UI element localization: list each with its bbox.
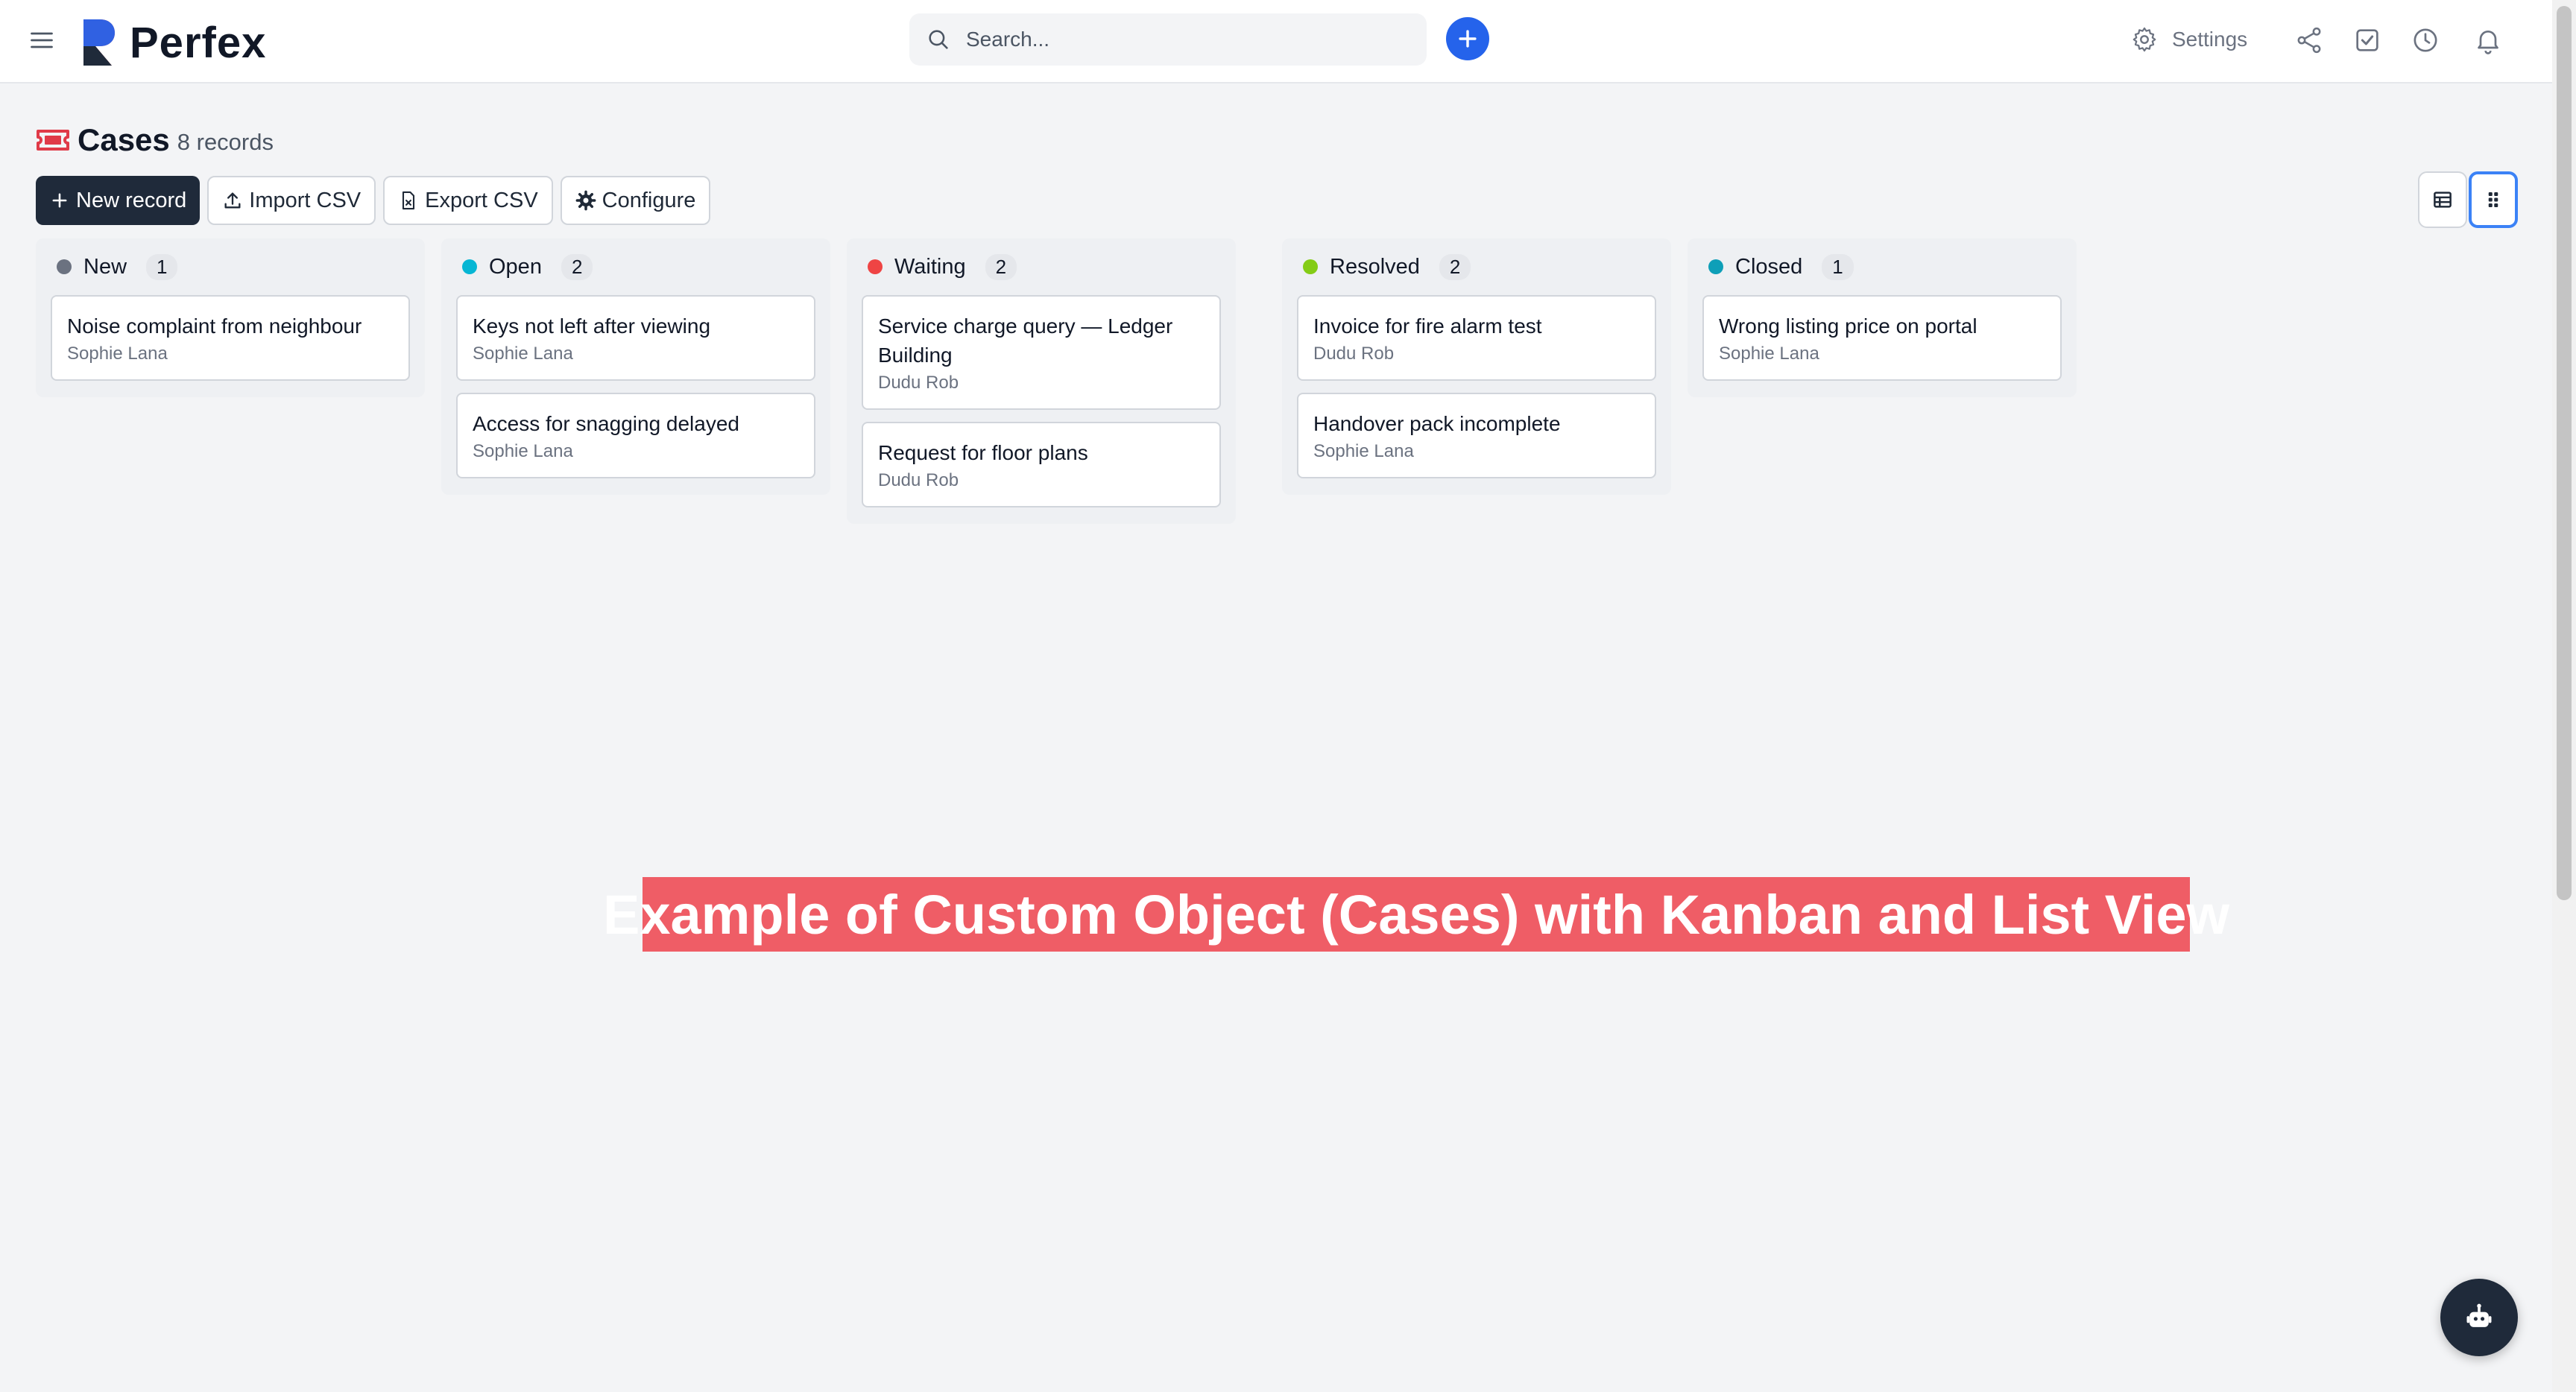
- kanban-column-closed: Closed 1 Wrong listing price on portal S…: [1688, 238, 2077, 397]
- share-icon[interactable]: [2294, 25, 2324, 55]
- card-assignee: Dudu Rob: [878, 373, 959, 393]
- card-assignee: Dudu Rob: [1313, 344, 1395, 364]
- kanban-view-toggle[interactable]: [2469, 171, 2518, 228]
- quick-create-button[interactable]: [1446, 17, 1489, 60]
- new-record-button[interactable]: New record: [36, 176, 201, 225]
- column-count: 1: [1822, 253, 1854, 280]
- export-csv-button[interactable]: Export CSV: [383, 176, 553, 225]
- kanban-card[interactable]: Handover pack incomplete Sophie Lana: [1297, 393, 1656, 478]
- card-assignee: Sophie Lana: [473, 344, 573, 364]
- card-title: Access for snagging delayed: [473, 412, 739, 435]
- configure-button[interactable]: Configure: [560, 176, 711, 225]
- card-title: Noise complaint from neighbour: [67, 314, 362, 338]
- toolbar: New record Import CSV Export CSV Configu…: [36, 176, 718, 225]
- card-title: Handover pack incomplete: [1313, 412, 1561, 435]
- card-title: Request for floor plans: [878, 441, 1088, 464]
- status-dot: [868, 259, 883, 274]
- card-title: Keys not left after viewing: [473, 314, 711, 338]
- grid-dots-icon: [2488, 192, 2498, 207]
- column-header: Open 2: [456, 253, 815, 280]
- configure-label: Configure: [602, 188, 696, 212]
- plus-icon: [1459, 30, 1477, 48]
- search-input[interactable]: [965, 27, 1385, 52]
- column-title: Waiting: [894, 254, 966, 279]
- status-dot: [1708, 259, 1723, 274]
- kanban-column-open: Open 2 Keys not left after viewing Sophi…: [441, 238, 830, 495]
- bell-icon[interactable]: [2473, 25, 2503, 55]
- column-count: 2: [985, 253, 1017, 280]
- search-bar[interactable]: [909, 13, 1427, 66]
- kanban-card[interactable]: Wrong listing price on portal Sophie Lan…: [1702, 295, 2062, 381]
- card-assignee: Dudu Rob: [878, 470, 959, 490]
- menu-icon[interactable]: [28, 27, 55, 54]
- gear-icon: [2133, 27, 2156, 52]
- column-count: 1: [146, 253, 178, 280]
- scrollbar-thumb[interactable]: [2557, 6, 2572, 900]
- column-header: Waiting 2: [862, 253, 1221, 280]
- app-logo[interactable]: Perfex: [80, 16, 266, 69]
- export-csv-label: Export CSV: [425, 188, 538, 212]
- clock-icon[interactable]: [2411, 25, 2440, 55]
- column-header: Closed 1: [1702, 253, 2062, 280]
- file-export-icon: [402, 191, 415, 210]
- plus-icon: [52, 193, 67, 208]
- settings-button[interactable]: Settings: [2130, 25, 2247, 54]
- page-title: Cases: [78, 122, 170, 157]
- settings-label: Settings: [2172, 28, 2248, 51]
- list-view-toggle[interactable]: [2418, 171, 2467, 228]
- kanban-column-new: New 1 Noise complaint from neighbour Sop…: [36, 238, 425, 397]
- cog-icon: [575, 190, 596, 211]
- top-bar: Perfex Settings: [0, 0, 2552, 83]
- status-dot: [57, 259, 72, 274]
- column-title: Closed: [1735, 254, 1803, 279]
- column-count: 2: [561, 253, 593, 280]
- task-checkbox-icon[interactable]: [2352, 25, 2382, 55]
- card-title: Service charge query — Ledger Building: [878, 314, 1173, 367]
- search-icon: [929, 30, 948, 49]
- kanban-column-waiting: Waiting 2 Service charge query — Ledger …: [847, 238, 1236, 524]
- upload-icon: [224, 192, 241, 209]
- card-assignee: Sophie Lana: [67, 344, 168, 364]
- column-count: 2: [1439, 253, 1471, 280]
- column-header: New 1: [51, 253, 410, 280]
- record-count: 8 records: [177, 129, 274, 155]
- chatbot-button[interactable]: [2440, 1279, 2518, 1356]
- column-title: Resolved: [1330, 254, 1420, 279]
- column-header: Resolved 2: [1297, 253, 1656, 280]
- kanban-card[interactable]: Noise complaint from neighbour Sophie La…: [51, 295, 410, 381]
- brand-name: Perfex: [130, 18, 267, 67]
- card-assignee: Sophie Lana: [1313, 441, 1414, 461]
- card-assignee: Sophie Lana: [1719, 344, 1819, 364]
- card-title: Invoice for fire alarm test: [1313, 314, 1542, 338]
- kanban-card[interactable]: Keys not left after viewing Sophie Lana: [456, 295, 815, 381]
- caption-banner: Example of Custom Object (Cases) with Ka…: [603, 877, 2229, 952]
- status-dot: [462, 259, 477, 274]
- kanban-card[interactable]: Invoice for fire alarm test Dudu Rob: [1297, 295, 1656, 381]
- card-assignee: Sophie Lana: [473, 441, 573, 461]
- kanban-card[interactable]: Request for floor plans Dudu Rob: [862, 422, 1221, 507]
- ticket-icon: [36, 127, 70, 153]
- import-csv-button[interactable]: Import CSV: [207, 176, 376, 225]
- kanban-column-resolved: Resolved 2 Invoice for fire alarm test D…: [1282, 238, 1671, 495]
- table-icon: [2434, 192, 2452, 208]
- robot-icon: [2466, 1303, 2492, 1327]
- vertical-scrollbar[interactable]: [2552, 0, 2576, 1392]
- kanban-card[interactable]: Service charge query — Ledger Building D…: [862, 295, 1221, 410]
- status-dot: [1303, 259, 1318, 274]
- page-header: Cases 8 records: [36, 122, 274, 158]
- column-title: New: [83, 254, 127, 279]
- column-title: Open: [489, 254, 542, 279]
- new-record-label: New record: [76, 188, 187, 212]
- kanban-card[interactable]: Access for snagging delayed Sophie Lana: [456, 393, 815, 478]
- import-csv-label: Import CSV: [249, 188, 362, 212]
- perfex-logo-icon: [83, 19, 115, 66]
- card-title: Wrong listing price on portal: [1719, 314, 1977, 338]
